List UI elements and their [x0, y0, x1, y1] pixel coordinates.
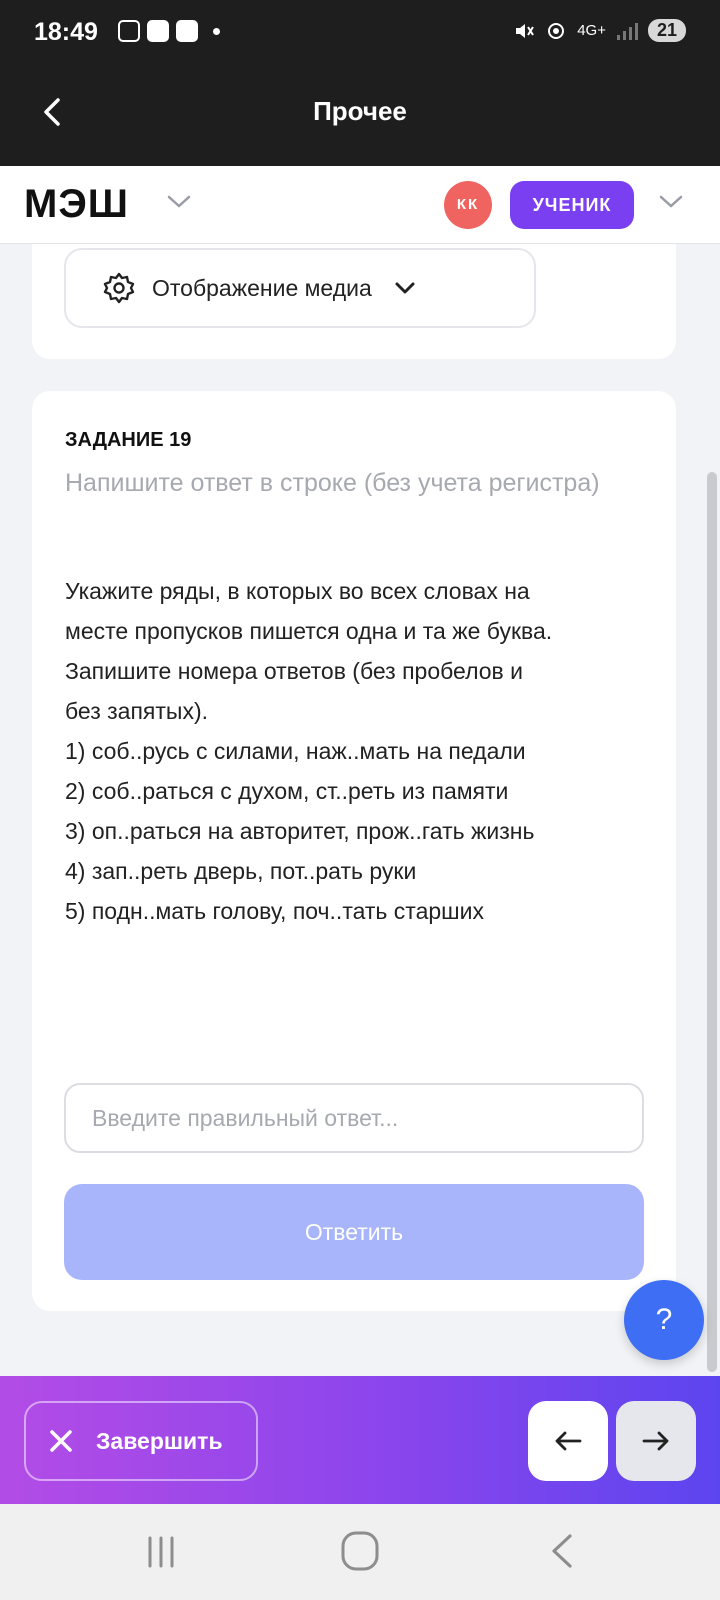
gear-icon [103, 272, 135, 304]
chevron-down-icon[interactable] [658, 194, 684, 210]
status-indicators: 4G+ 21 [513, 19, 686, 42]
test-toolbar: Завершить [0, 1376, 720, 1504]
site-header: МЭШ КК УЧЕНИК [0, 166, 720, 244]
help-button[interactable]: ? [624, 1280, 704, 1360]
task-option-5: 5) подн..мать голову, поч..тать старших [65, 898, 484, 924]
arrow-left-icon [555, 1431, 582, 1451]
logo[interactable]: МЭШ [24, 182, 129, 227]
close-icon [50, 1430, 72, 1452]
media-display-label: Отображение медиа [152, 274, 372, 301]
task-number: ЗАДАНИЕ 19 [65, 429, 192, 451]
chevron-down-icon [395, 282, 415, 294]
recents-icon[interactable] [145, 1534, 177, 1570]
submit-answer-button[interactable]: Ответить [64, 1184, 644, 1280]
task-option-3: 3) оп..раться на авторитет, прож..гать ж… [65, 818, 535, 844]
finish-button[interactable]: Завершить [24, 1401, 258, 1481]
previous-task-button[interactable] [528, 1401, 608, 1481]
media-display-dropdown[interactable]: Отображение медиа [64, 248, 536, 328]
task-option-1: 1) соб..русь с силами, наж..мать на педа… [65, 738, 526, 764]
network-type: 4G+ [577, 22, 606, 39]
app-bar: Прочее [0, 66, 720, 166]
page-title: Прочее [313, 96, 407, 126]
scrollbar[interactable] [707, 472, 717, 1372]
avatar[interactable]: КК [444, 181, 492, 229]
next-task-button[interactable] [616, 1401, 696, 1481]
task-card: ЗАДАНИЕ 19 Напишите ответ в строке (без … [32, 391, 676, 1311]
chevron-down-icon[interactable] [166, 194, 192, 210]
finish-label: Завершить [96, 1427, 223, 1454]
task-text-line: месте пропусков пишется одна и та же бук… [65, 618, 553, 644]
task-hint: Напишите ответ в строке (без учета регис… [65, 469, 600, 497]
mute-icon [516, 23, 535, 38]
back-icon[interactable] [548, 1532, 574, 1570]
status-bar: 18:49 4G+ 21 [0, 0, 720, 66]
arrow-right-icon [642, 1431, 669, 1451]
task-text: Укажите ряды, в которых во всех словах н… [65, 571, 655, 931]
chat-icon [147, 20, 169, 42]
home-icon[interactable] [340, 1530, 380, 1572]
role-badge[interactable]: УЧЕНИК [510, 181, 634, 229]
system-navigation [0, 1504, 720, 1600]
notification-icons [118, 20, 220, 42]
status-time: 18:49 [34, 18, 98, 46]
task-text-line: без запятых). [65, 698, 208, 724]
task-option-4: 4) зап..реть дверь, пот..рать руки [65, 858, 417, 884]
hotspot-icon [548, 22, 565, 39]
task-text-line: Укажите ряды, в которых во всех словах н… [65, 578, 530, 604]
media-settings-card: Отображение медиа [32, 244, 676, 359]
sum-icon [176, 20, 198, 42]
screenshot-icon [118, 20, 140, 42]
task-option-2: 2) соб..раться с духом, ст..реть из памя… [65, 778, 509, 804]
answer-input[interactable] [64, 1083, 644, 1153]
battery-level: 21 [647, 19, 686, 42]
signal-icon [616, 22, 638, 40]
more-notifications-dot [213, 27, 220, 35]
task-text-line: Запишите номера ответов (без пробелов и [65, 658, 524, 684]
